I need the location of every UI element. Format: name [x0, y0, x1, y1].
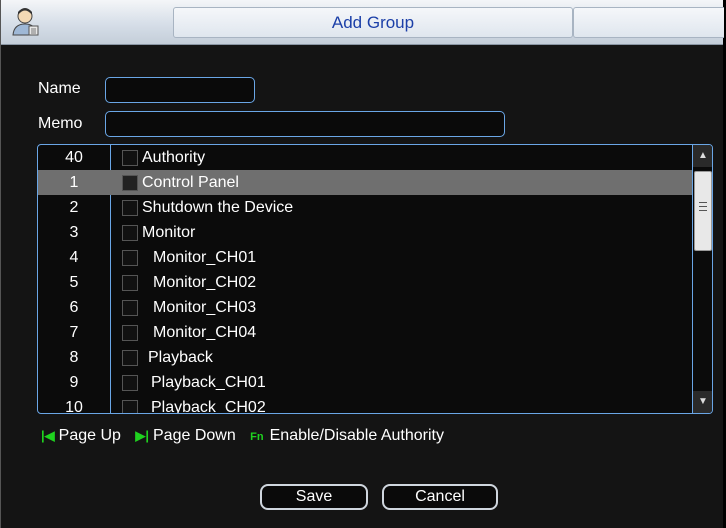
list-item[interactable]: 9 Playback_CH01	[38, 370, 692, 395]
list-item[interactable]: 4 Monitor_CH01	[38, 245, 692, 270]
select-all-checkbox[interactable]	[122, 150, 138, 166]
list-item[interactable]: 6 Monitor_CH03	[38, 295, 692, 320]
list-item[interactable]: 2 Shutdown the Device	[38, 195, 692, 220]
row-number: 7	[69, 324, 79, 341]
row-number: 3	[69, 224, 79, 241]
page-down-icon: ▶|	[135, 428, 149, 443]
row-label: Monitor_CH03	[153, 299, 257, 316]
dialog-title: Add Group	[173, 7, 573, 38]
memo-label: Memo	[38, 115, 83, 132]
list-item[interactable]: 10 Playback_CH02	[38, 395, 692, 414]
list-item[interactable]: 5 Monitor_CH02	[38, 270, 692, 295]
page-down-hint: Page Down	[153, 427, 236, 444]
add-group-dialog: Add Group Name Memo 40 Authority 1 Contr…	[0, 0, 724, 528]
title-bar: Add Group	[1, 0, 724, 45]
row-checkbox[interactable]	[122, 350, 138, 366]
authority-count: 40	[65, 149, 83, 166]
shortcut-hints: |◀ Page Up ▶| Page Down Fn Enable/Disable A…	[41, 423, 454, 449]
row-label: Monitor_CH01	[153, 249, 257, 266]
list-scrollbar[interactable]: ▲ ▼	[692, 145, 712, 413]
row-checkbox[interactable]	[122, 250, 138, 266]
row-checkbox[interactable]	[122, 200, 138, 216]
enable-disable-hint: Enable/Disable Authority	[269, 427, 444, 444]
fn-key-icon: Fn	[250, 431, 264, 443]
save-button[interactable]: Save	[260, 484, 368, 510]
scroll-down-arrow-icon[interactable]: ▼	[693, 391, 712, 413]
row-label: Playback	[148, 349, 213, 366]
name-input[interactable]	[105, 77, 255, 103]
row-checkbox[interactable]	[122, 375, 138, 391]
row-label: Monitor_CH04	[153, 324, 257, 341]
row-checkbox[interactable]	[122, 325, 138, 341]
name-label: Name	[38, 80, 81, 97]
page-up-hint: Page Up	[58, 427, 121, 444]
row-number: 4	[69, 249, 79, 266]
memo-input[interactable]	[105, 111, 505, 137]
row-checkbox[interactable]	[122, 175, 138, 191]
row-number: 6	[69, 299, 79, 316]
row-number: 8	[69, 349, 79, 366]
row-checkbox[interactable]	[122, 300, 138, 316]
user-group-icon	[12, 8, 39, 36]
row-number: 10	[65, 399, 83, 414]
row-label: Playback_CH02	[151, 399, 266, 414]
row-label: Control Panel	[142, 174, 239, 191]
list-item[interactable]: 7 Monitor_CH04	[38, 320, 692, 345]
authority-header-label: Authority	[142, 149, 206, 166]
row-label: Playback_CH01	[151, 374, 266, 391]
list-item[interactable]: 8 Playback	[38, 345, 692, 370]
row-checkbox[interactable]	[122, 275, 138, 291]
scroll-thumb[interactable]	[694, 171, 712, 251]
row-label: Monitor	[142, 224, 196, 241]
authority-header-row: 40 Authority	[38, 145, 692, 171]
page-up-icon: |◀	[41, 428, 55, 443]
scroll-up-arrow-icon[interactable]: ▲	[693, 145, 712, 167]
row-checkbox[interactable]	[122, 400, 138, 413]
title-bar-extension	[573, 7, 724, 38]
row-checkbox[interactable]	[122, 225, 138, 241]
cancel-button[interactable]: Cancel	[382, 484, 498, 510]
row-number: 9	[69, 374, 79, 391]
authority-list: 40 Authority 1 Control Panel 2 Shutdown …	[37, 144, 713, 414]
list-item[interactable]: 1 Control Panel	[38, 170, 692, 195]
list-item[interactable]: 3 Monitor	[38, 220, 692, 245]
row-number: 5	[69, 274, 79, 291]
row-number: 2	[69, 199, 79, 216]
row-number: 1	[69, 174, 79, 191]
row-label: Shutdown the Device	[142, 199, 294, 216]
row-label: Monitor_CH02	[153, 274, 257, 291]
